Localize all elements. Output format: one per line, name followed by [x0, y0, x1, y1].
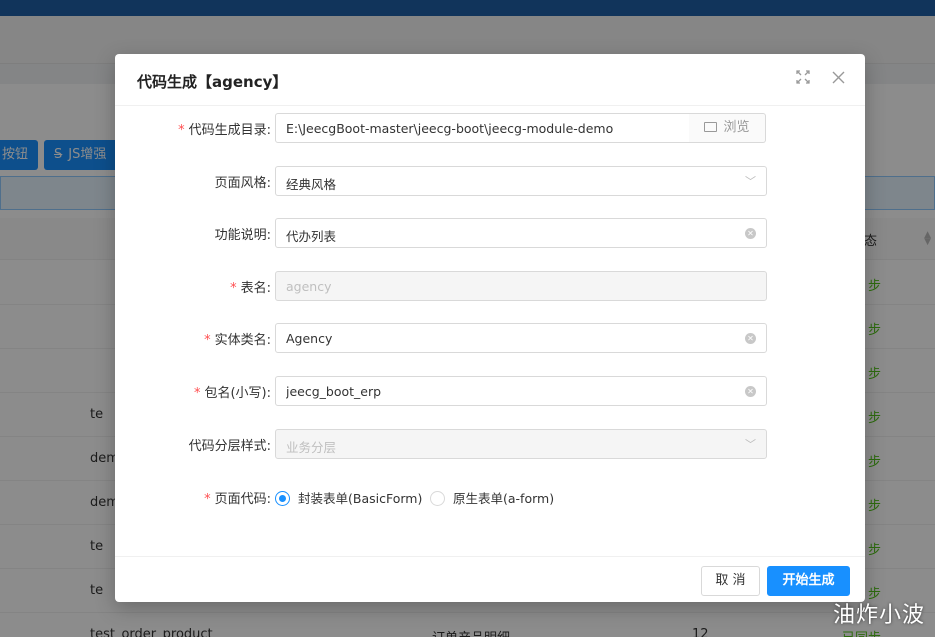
modal-title: 代码生成【agency】 [137, 73, 288, 91]
field-layer-style: 代码分层样式: 业务分层 ﹀ [115, 429, 865, 459]
radio-basic-form[interactable]: 封装表单(BasicForm) [275, 488, 422, 507]
description-value: 代办列表 [286, 229, 337, 244]
output-dir-label: * 代码生成目录: [178, 123, 271, 138]
layer-style-select: 业务分层 ﹀ [275, 429, 767, 459]
package-name-label: * 包名(小写): [193, 386, 271, 401]
table-name-value: agency [286, 279, 332, 294]
fullscreen-icon[interactable] [792, 68, 814, 90]
table-name-label: * 表名: [230, 281, 271, 296]
clear-icon[interactable]: ✕ [745, 386, 756, 397]
field-page-code: * 页面代码: 封装表单(BasicForm) 原生表单(a-form) [115, 482, 865, 512]
radio-unchecked-icon [430, 491, 445, 506]
close-icon[interactable] [827, 68, 849, 90]
modal-header: 代码生成【agency】 [115, 54, 865, 106]
table-name-input: agency [275, 271, 767, 301]
code-generation-modal: 代码生成【agency】 * 代码生成目录: E:\JeecgBoot-maste… [115, 54, 865, 602]
field-page-style: 页面风格: 经典风格 ﹀ [115, 166, 865, 196]
entity-name-value: Agency [286, 331, 333, 346]
page-style-label: 页面风格: [214, 176, 271, 191]
package-name-value: jeecg_boot_erp [286, 384, 382, 399]
page-style-value: 经典风格 [286, 177, 337, 192]
output-dir-input[interactable]: E:\JeecgBoot-master\jeecg-boot\jeecg-mod… [275, 113, 690, 143]
radio-a-form[interactable]: 原生表单(a-form) [430, 488, 554, 507]
package-name-input[interactable]: jeecg_boot_erp ✕ [275, 376, 767, 406]
required-mark: * [204, 492, 211, 507]
start-generate-button[interactable]: 开始生成 [767, 566, 850, 596]
browse-button[interactable]: 浏览 [689, 113, 766, 143]
page-style-select[interactable]: 经典风格 ﹀ [275, 166, 767, 196]
page-code-label: * 页面代码: [204, 492, 271, 507]
field-entity-name: * 实体类名: Agency ✕ [115, 323, 865, 353]
chevron-down-icon: ﹀ [745, 438, 756, 451]
description-input[interactable]: 代办列表 ✕ [275, 218, 767, 248]
entity-name-label: * 实体类名: [204, 333, 271, 348]
required-mark: * [178, 123, 185, 138]
required-mark: * [230, 281, 237, 296]
field-description: 功能说明: 代办列表 ✕ [115, 218, 865, 248]
clear-icon[interactable]: ✕ [745, 333, 756, 344]
radio-checked-icon [275, 491, 290, 506]
field-package-name: * 包名(小写): jeecg_boot_erp ✕ [115, 376, 865, 406]
entity-name-input[interactable]: Agency ✕ [275, 323, 767, 353]
chevron-down-icon: ﹀ [745, 175, 756, 188]
watermark: 油炸小波 [832, 603, 925, 628]
required-mark: * [193, 386, 201, 401]
clear-icon[interactable]: ✕ [745, 228, 756, 239]
cancel-button[interactable]: 取 消 [701, 566, 760, 596]
layer-style-label: 代码分层样式: [188, 439, 271, 454]
field-output-dir: * 代码生成目录: E:\JeecgBoot-master\jeecg-boot\… [115, 113, 865, 143]
field-table-name: * 表名: agency [115, 271, 865, 301]
modal-footer: 取 消 开始生成 [115, 556, 865, 602]
folder-icon [704, 122, 718, 132]
layer-style-placeholder: 业务分层 [286, 440, 337, 455]
output-dir-value: E:\JeecgBoot-master\jeecg-boot\jeecg-mod… [286, 121, 614, 136]
description-label: 功能说明: [214, 228, 271, 243]
required-mark: * [204, 333, 211, 348]
